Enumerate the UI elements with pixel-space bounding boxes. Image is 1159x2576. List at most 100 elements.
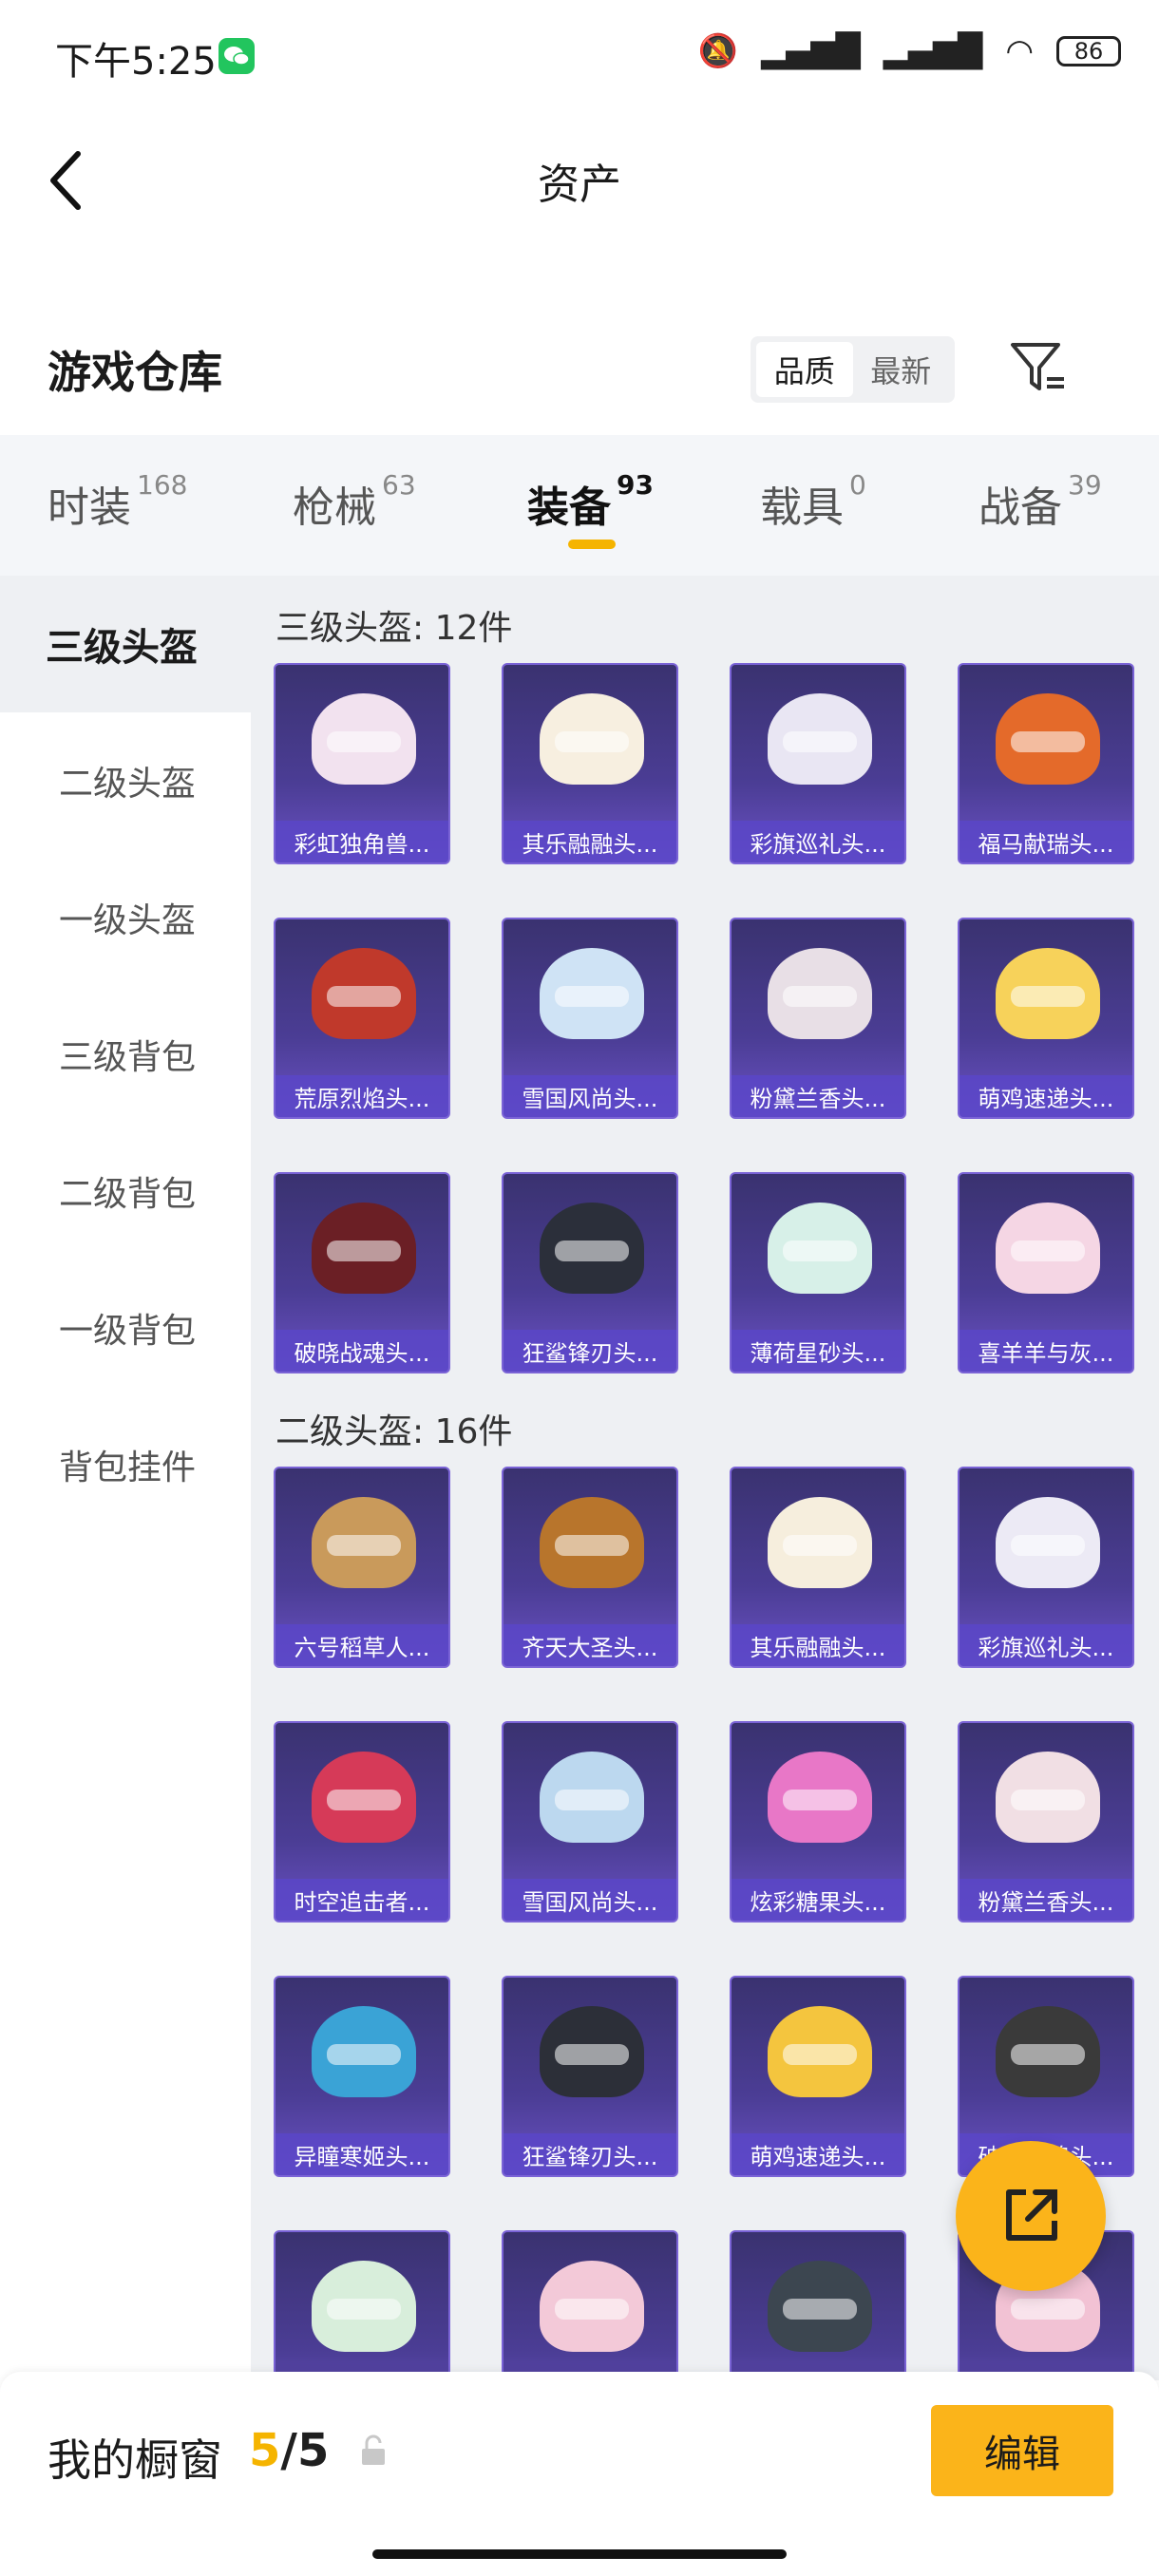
sidebar-item-level2-backpack[interactable]: 二级背包	[0, 1123, 251, 1260]
tab-label: 载具	[760, 483, 844, 532]
item-card[interactable]: 彩旗巡礼头...	[730, 663, 906, 864]
item-name: 彩旗巡礼头...	[960, 1624, 1132, 1666]
item-card[interactable]: 荒原烈焰头...	[274, 918, 450, 1119]
sidebar-item-level3-backpack[interactable]: 三级背包	[0, 986, 251, 1123]
mute-icon: 🔕	[697, 32, 739, 70]
item-name: 彩虹独角兽...	[276, 821, 448, 862]
sidebar-item-level3-helmet[interactable]: 三级头盔	[0, 576, 251, 712]
item-name: 其乐融融头...	[504, 821, 676, 862]
item-card[interactable]: 炫彩糖果头...	[730, 1721, 906, 1923]
tab-equipment[interactable]: 装备 93	[527, 469, 654, 534]
sidebar-item-level2-helmet[interactable]: 二级头盔	[0, 712, 251, 849]
item-card[interactable]: 破晓战魂头...	[274, 1172, 450, 1373]
filter-button[interactable]	[1005, 337, 1072, 399]
helmet-visor	[783, 2044, 857, 2065]
item-card[interactable]: 福马献瑞头...	[958, 663, 1134, 864]
item-card[interactable]: 狂鲨锋刃头...	[502, 1976, 678, 2177]
sort-newest-button[interactable]: 最新	[853, 342, 950, 397]
item-card[interactable]: 粉黛兰香头...	[958, 1721, 1134, 1923]
item-card[interactable]: 雪国风尚头...	[502, 1721, 678, 1923]
showcase-label: 我的橱窗	[48, 2434, 222, 2486]
item-card[interactable]: 喜羊羊与灰...	[958, 1172, 1134, 1373]
item-card[interactable]: 粉黛兰香头...	[730, 918, 906, 1119]
item-name: 彩旗巡礼头...	[732, 821, 904, 862]
item-name: 雪国风尚头...	[504, 1879, 676, 1921]
sidebar-item-level1-backpack[interactable]: 一级背包	[0, 1260, 251, 1396]
sidebar-item-level1-helmet[interactable]: 一级头盔	[0, 849, 251, 986]
item-name: 异瞳寒姬头...	[276, 2133, 448, 2175]
item-card[interactable]: 彩虹独角兽...	[274, 663, 450, 864]
item-name: 萌鸡速递头...	[732, 2133, 904, 2175]
item-name: 六号稻草人...	[276, 1624, 448, 1666]
helmet-visor	[1011, 2299, 1085, 2320]
item-name: 雪国风尚头...	[504, 1075, 676, 1117]
helmet-visor	[1011, 731, 1085, 752]
helmet-visor	[1011, 986, 1085, 1007]
helmet-visor	[783, 1535, 857, 1556]
item-card[interactable]: 时空追击者...	[274, 1721, 450, 1923]
sort-toggle: 品质 最新	[750, 336, 955, 403]
item-name: 时空追击者...	[276, 1879, 448, 1921]
helmet-visor	[555, 1535, 629, 1556]
helmet-visor	[555, 2044, 629, 2065]
status-time: 下午5:25	[55, 40, 217, 84]
item-name: 喜羊羊与灰...	[960, 1330, 1132, 1372]
item-grid: 三级头盔: 12件 二级头盔: 16件 彩虹独角兽... 其乐融融头... 彩旗巡礼…	[251, 576, 1159, 2432]
tab-count: 168	[137, 469, 188, 501]
signal-icon-1: ▂▄▆█	[761, 32, 861, 70]
item-card[interactable]: 薄荷星砂头...	[730, 1172, 906, 1373]
sidebar: 三级头盔 二级头盔 一级头盔 三级背包 二级背包 一级背包 背包挂件	[0, 576, 251, 2380]
category-tabs: 时装 168 枪械 63 装备 93 载具 0 战备 39	[0, 435, 1159, 576]
helmet-visor	[555, 731, 629, 752]
battery-icon: 86	[1056, 36, 1121, 66]
showcase-count: 5/5	[249, 2424, 329, 2477]
tab-supplies[interactable]: 战备 39	[978, 469, 1102, 534]
helmet-visor	[327, 731, 401, 752]
item-name: 其乐融融头...	[732, 1624, 904, 1666]
helmet-visor	[327, 2044, 401, 2065]
helmet-visor	[555, 1790, 629, 1810]
tab-vehicles[interactable]: 载具 0	[760, 469, 866, 534]
helmet-visor	[327, 1790, 401, 1810]
helmet-visor	[327, 986, 401, 1007]
tab-label: 时装	[48, 483, 131, 532]
tab-fashion[interactable]: 时装 168	[48, 469, 187, 534]
item-card[interactable]: 狂鲨锋刃头...	[502, 1172, 678, 1373]
tab-label: 装备	[527, 483, 611, 532]
external-link-icon	[1006, 2189, 1057, 2241]
group-label-level2-helmet: 二级头盔: 16件	[276, 1412, 513, 1451]
home-indicator	[372, 2549, 787, 2559]
item-name: 狂鲨锋刃头...	[504, 2133, 676, 2175]
edit-button[interactable]: 编辑	[931, 2405, 1113, 2496]
sidebar-item-backpack-charm[interactable]: 背包挂件	[0, 1396, 251, 1533]
share-fab-button[interactable]	[956, 2141, 1106, 2291]
helmet-visor	[783, 1790, 857, 1810]
item-card[interactable]: 异瞳寒姬头...	[274, 1976, 450, 2177]
item-card[interactable]: 其乐融融头...	[730, 1467, 906, 1668]
item-card[interactable]: 六号稻草人...	[274, 1467, 450, 1668]
item-card[interactable]: 其乐融融头...	[502, 663, 678, 864]
tab-count: 39	[1068, 469, 1102, 501]
item-card[interactable]: 萌鸡速递头...	[730, 1976, 906, 2177]
showcase-current: 5	[249, 2424, 281, 2477]
lock-icon	[359, 2434, 388, 2468]
item-card[interactable]: 齐天大圣头...	[502, 1467, 678, 1668]
item-name: 薄荷星砂头...	[732, 1330, 904, 1372]
helmet-visor	[327, 1535, 401, 1556]
helmet-visor	[327, 2299, 401, 2320]
wechat-notification-icon	[218, 38, 255, 74]
status-icons: 🔕 ▂▄▆█ ▂▄▆█ ◠ 86	[698, 30, 1121, 72]
helmet-visor	[783, 2299, 857, 2320]
tab-count: 63	[382, 469, 416, 501]
item-name: 萌鸡速递头...	[960, 1075, 1132, 1117]
tab-count: 93	[617, 469, 654, 501]
sort-quality-button[interactable]: 品质	[756, 342, 853, 397]
tab-firearms[interactable]: 枪械 63	[293, 469, 416, 534]
helmet-visor	[1011, 2044, 1085, 2065]
item-name: 齐天大圣头...	[504, 1624, 676, 1666]
item-card[interactable]: 彩旗巡礼头...	[958, 1467, 1134, 1668]
item-name: 荒原烈焰头...	[276, 1075, 448, 1117]
item-card[interactable]: 萌鸡速递头...	[958, 918, 1134, 1119]
item-card[interactable]: 雪国风尚头...	[502, 918, 678, 1119]
helmet-visor	[783, 1241, 857, 1261]
